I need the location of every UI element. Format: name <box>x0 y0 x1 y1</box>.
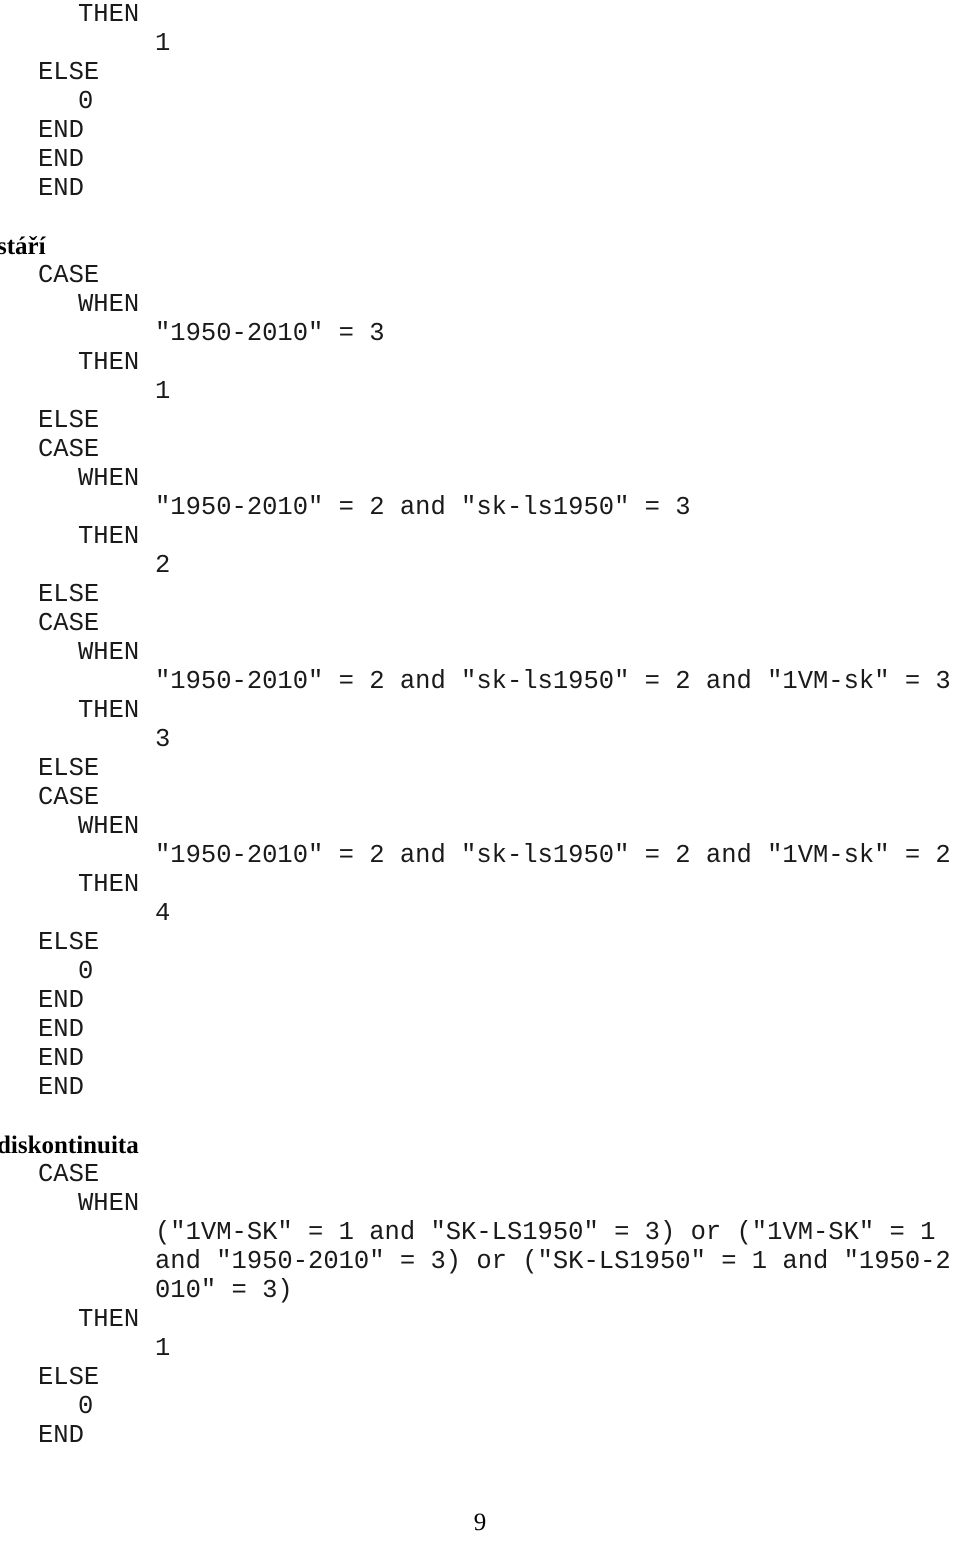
code-block-continued: THEN 1 ELSE 0 END END END <box>0 0 960 203</box>
code-line: WHEN <box>78 1189 140 1218</box>
section-heading-stari: stáří <box>0 233 46 260</box>
code-line: THEN <box>78 870 140 899</box>
code-line: 0 <box>78 87 94 116</box>
code-line: ELSE <box>38 1363 100 1392</box>
code-line: ELSE <box>38 928 100 957</box>
document-page: THEN 1 ELSE 0 END END END stáří CASE WHEN "1950-20… <box>0 0 960 1548</box>
code-line: 0 <box>78 1392 94 1421</box>
section-heading-diskontinuita: diskontinuita <box>0 1132 139 1159</box>
code-line: CASE <box>38 1160 100 1189</box>
code-line: CASE <box>38 435 100 464</box>
page-number: 9 <box>473 1509 487 1536</box>
code-line: END <box>38 174 84 203</box>
code-line: WHEN <box>78 290 140 319</box>
code-line: THEN <box>78 1305 140 1334</box>
code-line: "1950-2010" = 2 and "sk-ls1950" = 3 <box>155 493 691 522</box>
page-content: THEN 1 ELSE 0 END END END stáří CASE WHEN "1950-20… <box>0 0 960 1450</box>
code-line: ("1VM-SK" = 1 and "SK-LS1950" = 3) or ("… <box>155 1218 951 1305</box>
code-line: 1 <box>155 377 171 406</box>
code-line: CASE <box>38 783 100 812</box>
code-line: THEN <box>78 522 140 551</box>
code-line: ELSE <box>38 58 100 87</box>
code-line: "1950-2010" = 2 and "sk-ls1950" = 2 and … <box>155 841 951 870</box>
code-line: "1950-2010" = 2 and "sk-ls1950" = 2 and … <box>155 667 951 696</box>
code-line: WHEN <box>78 464 140 493</box>
code-line: 1 <box>155 29 171 58</box>
code-line: ELSE <box>38 754 100 783</box>
code-line: 2 <box>155 551 171 580</box>
code-block-stari: CASE WHEN "1950-2010" = 3 THEN 1 ELSE CASE WHEN… <box>0 261 960 1102</box>
code-line: 3 <box>155 725 171 754</box>
code-line: END <box>38 116 84 145</box>
code-line: END <box>38 1421 84 1450</box>
code-line: 0 <box>78 957 94 986</box>
code-line: 4 <box>155 899 171 928</box>
code-line: CASE <box>38 261 100 290</box>
code-line: END <box>38 1015 84 1044</box>
code-block-diskontinuita: CASE WHEN ("1VM-SK" = 1 and "SK-LS1950" = … <box>0 1160 960 1450</box>
code-line: END <box>38 145 84 174</box>
block-spacer-2 <box>0 1102 960 1131</box>
code-line: THEN <box>78 0 140 29</box>
code-line: WHEN <box>78 812 140 841</box>
code-line: END <box>38 1044 84 1073</box>
block-spacer-1 <box>0 203 960 232</box>
code-line: THEN <box>78 348 140 377</box>
code-line: THEN <box>78 696 140 725</box>
code-line: WHEN <box>78 638 140 667</box>
code-line: ELSE <box>38 406 100 435</box>
code-line: ELSE <box>38 580 100 609</box>
code-line: CASE <box>38 609 100 638</box>
code-line: END <box>38 986 84 1015</box>
code-line: END <box>38 1073 84 1102</box>
code-line: "1950-2010" = 3 <box>155 319 385 348</box>
code-line: 1 <box>155 1334 171 1363</box>
